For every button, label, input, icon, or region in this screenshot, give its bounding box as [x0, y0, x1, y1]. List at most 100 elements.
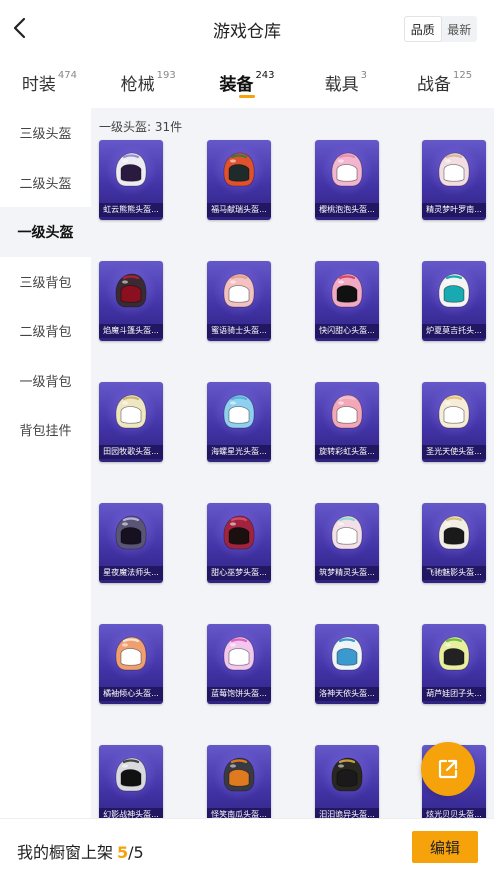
item-card[interactable]: 圣光天使头盔... [422, 382, 486, 462]
helmet-icon [223, 515, 255, 550]
item-name: 田园牧歌头盔... [99, 445, 163, 459]
item-name: 蓝莓饱饼头盔... [207, 687, 271, 701]
item-card[interactable]: 樱桃泡泡头盔... [315, 140, 379, 220]
helmet-icon [115, 394, 147, 429]
helmet-icon [223, 757, 255, 792]
item-card[interactable]: 田园牧歌头盔... [99, 382, 163, 462]
category-tabs: 时装 474 枪械 193 装备 243 载具 3 战备 125 [0, 62, 494, 106]
item-card[interactable]: 葫芦娃团子头... [422, 624, 486, 704]
tab-count: 3 [360, 70, 367, 81]
item-card[interactable]: 汩汩诡异头盔... [315, 745, 379, 818]
item-name: 橘袖倾心头盔... [99, 687, 163, 701]
tab-active-indicator [238, 95, 255, 98]
item-name: 福马献瑞头盔... [207, 203, 271, 217]
share-button[interactable] [421, 742, 475, 796]
sort-option-quality[interactable]: 品质 [404, 16, 442, 42]
item-name: 幻影战神头盔... [99, 808, 163, 818]
item-card[interactable]: 炉夏莫吉托头... [422, 261, 486, 341]
tab-label: 装备 [219, 75, 254, 95]
item-name: 海螺星光头盔... [207, 445, 271, 459]
item-card[interactable]: 甜心巫梦头盔... [207, 503, 271, 583]
item-name: 虹云熊熊头盔... [99, 203, 163, 217]
tab-fashion[interactable]: 时装 474 [0, 62, 99, 106]
sidebar-item-helmet-lv2[interactable]: 二级头盔 [0, 158, 91, 208]
item-name: 飞驰魅影头盔... [422, 566, 486, 580]
sort-toggle: 品质 最新 [404, 16, 477, 42]
showcase-label: 我的橱窗上架 [17, 843, 114, 862]
helmet-icon [223, 394, 255, 429]
tab-supplies[interactable]: 战备 125 [395, 62, 494, 106]
helmet-icon [331, 515, 363, 550]
item-name: 圣光天使头盔... [422, 445, 486, 459]
bottom-bar: 我的橱窗上架 5/5 编辑 [0, 818, 494, 875]
item-name: 星夜魔法师头... [99, 566, 163, 580]
helmet-icon [438, 394, 470, 429]
sidebar-item-backpack-lv1[interactable]: 一级背包 [0, 356, 91, 406]
showcase-current-count: 5 [117, 843, 129, 862]
tab-count: 474 [57, 70, 77, 81]
item-card[interactable]: 蓝莓饱饼头盔... [207, 624, 271, 704]
subcategory-sidebar: 三级头盔 二级头盔 一级头盔 三级背包 二级背包 一级背包 背包挂件 [0, 108, 91, 818]
sidebar-item-backpack-lv2[interactable]: 二级背包 [0, 306, 91, 356]
item-card[interactable]: 橘袖倾心头盔... [99, 624, 163, 704]
edit-button[interactable]: 编辑 [412, 831, 478, 863]
helmet-icon [438, 273, 470, 308]
item-card[interactable]: 福马献瑞头盔... [207, 140, 271, 220]
item-card[interactable]: 幻影战神头盔... [99, 745, 163, 818]
helmet-icon [115, 515, 147, 550]
item-card[interactable]: 蜜语骑士头盔... [207, 261, 271, 341]
share-external-icon [438, 759, 458, 779]
helmet-icon [115, 273, 147, 308]
helmet-icon [115, 636, 147, 671]
helmet-icon [115, 152, 147, 187]
sidebar-item-helmet-lv3[interactable]: 三级头盔 [0, 108, 91, 158]
item-name: 筑梦精灵头盔... [315, 566, 379, 580]
showcase-total-count: 5 [133, 843, 144, 862]
item-card[interactable]: 怪笑南瓜头盔... [207, 745, 271, 818]
item-name: 旋转彩虹头盔... [315, 445, 379, 459]
helmet-icon [438, 515, 470, 550]
helmet-icon [438, 152, 470, 187]
item-card[interactable]: 快闪甜心头盔... [315, 261, 379, 341]
tab-label: 时装 [21, 75, 56, 95]
helmet-icon [331, 636, 363, 671]
helmet-icon [115, 757, 147, 792]
helmet-icon [331, 394, 363, 429]
helmet-icon [331, 152, 363, 187]
item-card[interactable]: 飞驰魅影头盔... [422, 503, 486, 583]
item-card[interactable]: 星夜魔法师头... [99, 503, 163, 583]
item-name: 炉夏莫吉托头... [422, 324, 486, 338]
sort-option-latest[interactable]: 最新 [442, 16, 478, 42]
tab-vehicles[interactable]: 载具 3 [296, 62, 395, 106]
helmet-icon [223, 152, 255, 187]
item-card[interactable]: 洛神天依头盔... [315, 624, 379, 704]
item-card[interactable]: 筑梦精灵头盔... [315, 503, 379, 583]
tab-weapons[interactable]: 枪械 193 [99, 62, 198, 106]
item-content: 一级头盔: 31件 虹云熊熊头盔... 福马献瑞头盔... 樱桃泡泡头盔... 精灵梦… [91, 108, 494, 818]
tab-label: 战备 [417, 75, 452, 95]
item-name: 快闪甜心头盔... [315, 324, 379, 338]
sidebar-item-backpack-lv3[interactable]: 三级背包 [0, 257, 91, 307]
item-card[interactable]: 海螺星光头盔... [207, 382, 271, 462]
item-name: 樱桃泡泡头盔... [315, 203, 379, 217]
item-name: 洛神天依头盔... [315, 687, 379, 701]
item-name: 汩汩诡异头盔... [315, 808, 379, 818]
item-name: 怪笑南瓜头盔... [207, 808, 271, 818]
item-name: 葫芦娃团子头... [422, 687, 486, 701]
helmet-icon [223, 636, 255, 671]
item-card[interactable]: 旋转彩虹头盔... [315, 382, 379, 462]
item-name: 焰魔斗篷头盔... [99, 324, 163, 338]
showcase-status: 我的橱窗上架 5/5 [17, 839, 144, 863]
item-card[interactable]: 精灵梦叶罗南... [422, 140, 486, 220]
sidebar-item-helmet-lv1[interactable]: 一级头盔 [0, 207, 91, 257]
item-name: 炫光贝贝头盔... [422, 808, 486, 818]
item-name: 甜心巫梦头盔... [207, 566, 271, 580]
item-card[interactable]: 虹云熊熊头盔... [99, 140, 163, 220]
tab-equipment[interactable]: 装备 243 [198, 62, 297, 106]
tab-label: 枪械 [120, 75, 155, 95]
sidebar-item-backpack-pendant[interactable]: 背包挂件 [0, 405, 91, 455]
item-card[interactable]: 焰魔斗篷头盔... [99, 261, 163, 341]
tab-count: 193 [156, 70, 176, 81]
item-name: 精灵梦叶罗南... [422, 203, 486, 217]
helmet-icon [331, 757, 363, 792]
